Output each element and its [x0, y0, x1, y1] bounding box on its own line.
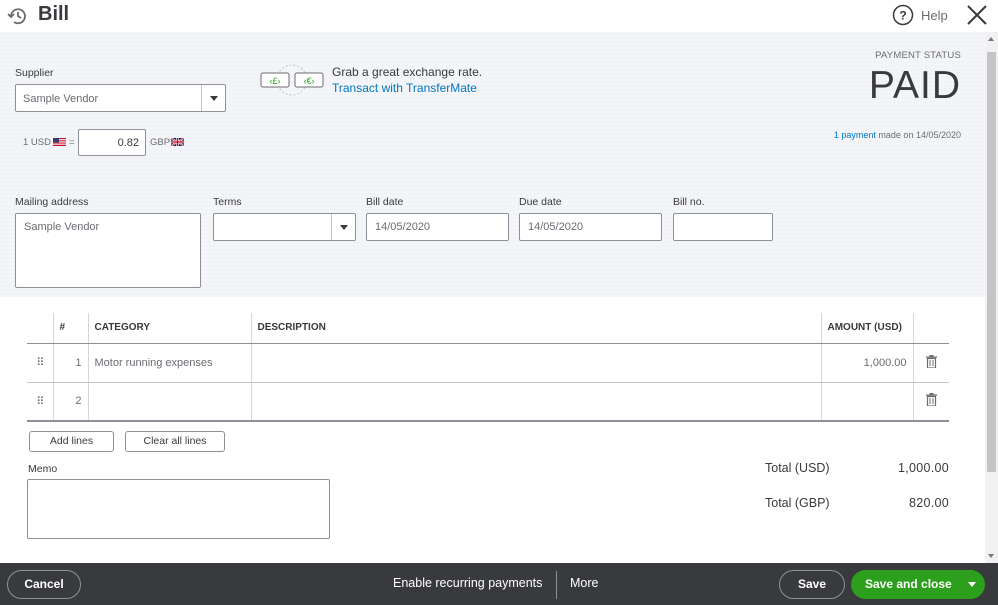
category-cell[interactable]: Motor running expenses: [87, 343, 251, 383]
total-usd-value: 1,000.00: [897, 461, 949, 475]
memo-field[interactable]: [27, 479, 330, 539]
terms-dropdown-toggle[interactable]: [331, 214, 355, 240]
enable-recurring-link[interactable]: Enable recurring payments: [393, 576, 542, 590]
description-cell[interactable]: [250, 382, 821, 422]
uk-flag-icon: [170, 137, 185, 147]
us-flag-icon: [53, 137, 66, 146]
more-link[interactable]: More: [570, 576, 598, 590]
exchange-rate-input[interactable]: 0.82: [78, 129, 146, 156]
exchange-equals: =: [69, 137, 75, 148]
delete-line-button[interactable]: [912, 382, 949, 422]
terms-label: Terms: [213, 196, 242, 208]
chevron-down-icon: [340, 225, 348, 230]
save-and-close-label: Save and close: [865, 577, 952, 591]
due-date-label: Due date: [519, 196, 562, 208]
save-and-close-button[interactable]: Save and close: [851, 570, 985, 599]
total-usd-label: Total (USD): [765, 461, 830, 475]
supplier-dropdown-toggle[interactable]: [201, 85, 225, 111]
close-icon[interactable]: [966, 4, 988, 26]
trash-icon: [925, 393, 937, 407]
bill-no-field[interactable]: [673, 213, 773, 241]
terms-select[interactable]: [213, 213, 356, 241]
footer-bar: Cancel Enable recurring payments More Sa…: [0, 563, 998, 605]
table-header-row: # CATEGORY DESCRIPTION AMOUNT (USD): [27, 313, 949, 344]
exchange-target-label: GBP: [150, 137, 171, 148]
help-icon[interactable]: ?: [892, 4, 914, 26]
total-gbp-value: 820.00: [908, 496, 949, 510]
category-details-table: # CATEGORY DESCRIPTION AMOUNT (USD) ⠿ 1 …: [27, 313, 949, 422]
description-cell[interactable]: [250, 343, 821, 383]
scroll-down-arrow[interactable]: [988, 554, 994, 558]
currency-exchange-icon: ‹£› ‹€›: [260, 64, 324, 96]
chevron-down-icon: [210, 96, 218, 101]
scrollbar-thumb[interactable]: [987, 52, 996, 472]
save-button[interactable]: Save: [779, 570, 845, 599]
row-number: 1: [52, 343, 88, 383]
drag-handle-icon[interactable]: ⠿: [27, 382, 53, 422]
table-row[interactable]: ⠿ 2: [27, 382, 949, 422]
bill-date-label: Bill date: [366, 196, 404, 208]
due-date-value: 14/05/2020: [528, 221, 584, 233]
svg-text:‹£›: ‹£›: [270, 76, 281, 86]
column-header-number: #: [52, 313, 88, 344]
supplier-select[interactable]: Sample Vendor: [15, 84, 226, 112]
payment-status-value: PAID: [868, 64, 961, 107]
amount-cell[interactable]: 1,000.00: [820, 343, 913, 383]
category-cell[interactable]: [87, 382, 251, 422]
exchange-base-label: 1 USD: [23, 137, 51, 148]
payment-info: 1 payment made on 14/05/2020: [834, 130, 961, 140]
mailing-address-field[interactable]: Sample Vendor: [15, 213, 201, 288]
vertical-scrollbar[interactable]: [985, 32, 998, 563]
column-header-description: DESCRIPTION: [250, 313, 821, 344]
history-icon[interactable]: [6, 5, 30, 27]
add-lines-button[interactable]: Add lines: [29, 431, 114, 452]
amount-cell[interactable]: [820, 382, 913, 422]
mailing-address-label: Mailing address: [15, 196, 89, 208]
transfermate-promo-text: Grab a great exchange rate.: [332, 65, 483, 79]
drag-handle-icon[interactable]: ⠿: [27, 343, 53, 383]
payment-date-text: made on 14/05/2020: [878, 130, 961, 140]
payment-link[interactable]: 1 payment: [834, 130, 876, 140]
due-date-field[interactable]: 14/05/2020: [519, 213, 662, 241]
trash-icon: [925, 354, 937, 369]
bill-date-value: 14/05/2020: [375, 221, 431, 233]
memo-label: Memo: [28, 463, 58, 475]
bill-date-field[interactable]: 14/05/2020: [366, 213, 509, 241]
svg-text:‹€›: ‹€›: [304, 76, 315, 86]
scroll-up-arrow[interactable]: [988, 37, 994, 41]
column-header-category: CATEGORY: [87, 313, 251, 344]
mailing-address-value: Sample Vendor: [24, 221, 100, 233]
clear-all-lines-button[interactable]: Clear all lines: [125, 431, 225, 452]
supplier-value: Sample Vendor: [23, 93, 99, 105]
delete-column-header: [912, 313, 949, 344]
supplier-label: Supplier: [15, 67, 54, 79]
footer-divider: [556, 571, 557, 599]
table-row[interactable]: ⠿ 1 Motor running expenses 1,000.00: [27, 343, 949, 383]
transfermate-link[interactable]: Transact with TransferMate: [332, 81, 477, 95]
payment-status-label: PAYMENT STATUS: [875, 50, 961, 61]
total-gbp-label: Total (GBP): [765, 496, 830, 510]
delete-line-button[interactable]: [912, 343, 949, 383]
help-link[interactable]: Help: [921, 8, 948, 23]
svg-text:?: ?: [899, 9, 906, 23]
drag-column-header: [27, 313, 53, 344]
column-header-amount: AMOUNT (USD): [820, 313, 913, 344]
chevron-down-icon[interactable]: [968, 582, 976, 587]
exchange-rate-value: 0.82: [117, 137, 139, 149]
bill-no-label: Bill no.: [673, 196, 705, 208]
row-number: 2: [52, 382, 88, 422]
header: Bill ? Help: [0, 0, 998, 32]
cancel-button[interactable]: Cancel: [7, 570, 81, 599]
page-title: Bill: [38, 3, 70, 25]
